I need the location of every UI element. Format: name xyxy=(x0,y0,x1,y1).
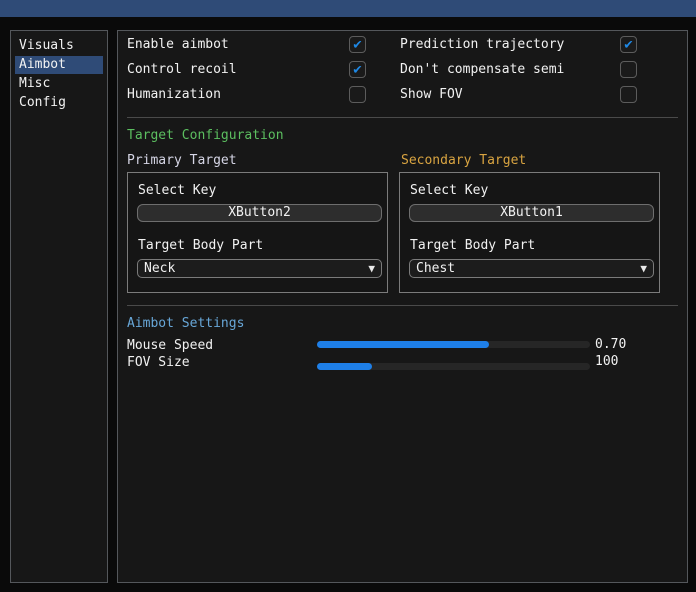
fov-size-slider[interactable] xyxy=(317,363,590,370)
sidebar-item-visuals[interactable]: Visuals xyxy=(15,37,103,55)
mouse-speed-value: 0.70 xyxy=(595,338,626,352)
secondary-target-box: Select Key XButton1 Target Body Part Che… xyxy=(399,172,660,293)
primary-target-box: Select Key XButton2 Target Body Part Nec… xyxy=(127,172,388,293)
control-recoil-checkbox[interactable]: ✔ xyxy=(349,61,366,78)
sidebar-item-config[interactable]: Config xyxy=(15,94,103,112)
humanization-label: Humanization xyxy=(127,87,221,103)
secondary-body-part-label: Target Body Part xyxy=(410,238,535,254)
title-bar xyxy=(0,0,696,17)
aimbot-settings-title: Aimbot Settings xyxy=(127,316,244,331)
prediction-trajectory-label: Prediction trajectory xyxy=(400,37,564,53)
secondary-select-key-label: Select Key xyxy=(410,183,488,199)
secondary-target-title: Secondary Target xyxy=(401,153,526,168)
main-panel xyxy=(117,30,688,583)
show-fov-label: Show FOV xyxy=(400,87,463,103)
primary-body-part-label: Target Body Part xyxy=(138,238,263,254)
sidebar-item-misc[interactable]: Misc xyxy=(15,75,103,93)
primary-select-key-label: Select Key xyxy=(138,183,216,199)
primary-target-title: Primary Target xyxy=(127,153,237,168)
prediction-trajectory-checkbox[interactable]: ✔ xyxy=(620,36,637,53)
chevron-down-icon: ▼ xyxy=(368,263,375,274)
control-recoil-label: Control recoil xyxy=(127,62,237,78)
mouse-speed-slider[interactable] xyxy=(317,341,590,348)
mouse-speed-label: Mouse Speed xyxy=(127,338,213,354)
show-fov-checkbox[interactable]: ✔ xyxy=(620,86,637,103)
target-configuration-title: Target Configuration xyxy=(127,128,284,143)
enable-aimbot-checkbox[interactable]: ✔ xyxy=(349,36,366,53)
divider xyxy=(127,305,678,306)
secondary-body-part-value: Chest xyxy=(416,261,455,276)
fov-size-slider-fill xyxy=(317,363,372,370)
sidebar: Visuals Aimbot Misc Config xyxy=(10,30,108,583)
sidebar-item-aimbot[interactable]: Aimbot xyxy=(15,56,103,74)
chevron-down-icon: ▼ xyxy=(640,263,647,274)
primary-body-part-value: Neck xyxy=(144,261,175,276)
mouse-speed-slider-fill xyxy=(317,341,489,348)
dont-compensate-semi-checkbox[interactable]: ✔ xyxy=(620,61,637,78)
secondary-body-part-dropdown[interactable]: Chest ▼ xyxy=(409,259,654,278)
check-icon: ✔ xyxy=(353,37,361,51)
divider xyxy=(127,117,678,118)
check-icon: ✔ xyxy=(624,37,632,51)
enable-aimbot-label: Enable aimbot xyxy=(127,37,229,53)
dont-compensate-semi-label: Don't compensate semi xyxy=(400,62,564,78)
secondary-key-button[interactable]: XButton1 xyxy=(409,204,654,222)
fov-size-label: FOV Size xyxy=(127,355,190,371)
fov-size-value: 100 xyxy=(595,355,618,369)
primary-body-part-dropdown[interactable]: Neck ▼ xyxy=(137,259,382,278)
check-icon: ✔ xyxy=(353,62,361,76)
primary-key-button[interactable]: XButton2 xyxy=(137,204,382,222)
humanization-checkbox[interactable]: ✔ xyxy=(349,86,366,103)
